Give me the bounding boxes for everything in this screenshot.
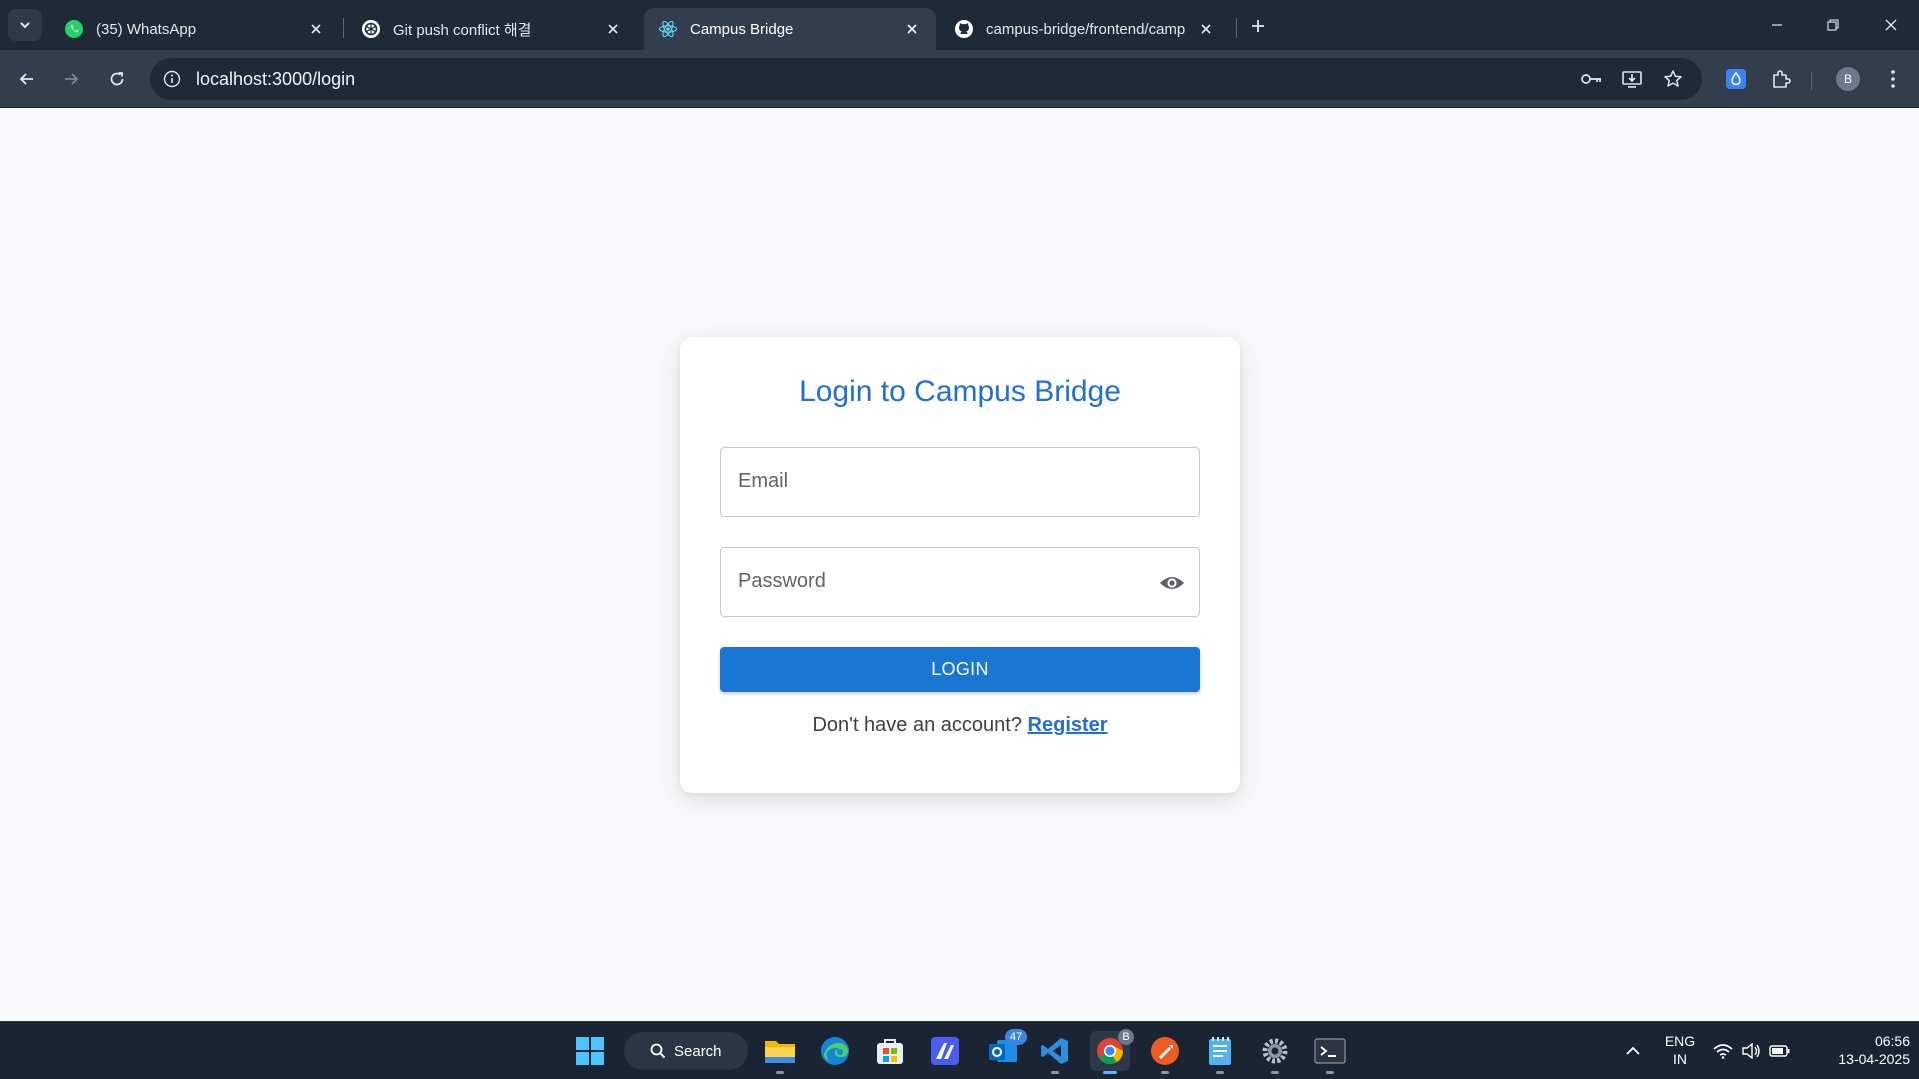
vscode-taskbar-icon[interactable] xyxy=(1035,1031,1075,1074)
taskbar-search-button[interactable]: Search xyxy=(624,1032,748,1070)
register-link[interactable]: Register xyxy=(1028,714,1108,736)
email-field[interactable]: Email xyxy=(720,447,1200,517)
password-key-icon[interactable] xyxy=(1579,67,1605,91)
email-placeholder: Email xyxy=(738,470,789,492)
chatgpt-icon xyxy=(361,19,381,39)
tab-title: campus-bridge/frontend/camp xyxy=(986,20,1186,38)
search-icon xyxy=(650,1043,666,1059)
running-indicator xyxy=(1216,1071,1224,1074)
toolbar-divider xyxy=(1811,72,1812,90)
chevron-up-icon xyxy=(1625,1045,1641,1057)
plus-icon xyxy=(1250,18,1266,34)
close-icon xyxy=(1884,18,1898,32)
edge-taskbar-icon[interactable] xyxy=(815,1031,855,1071)
new-tab-button[interactable] xyxy=(1244,13,1272,39)
postman-taskbar-icon[interactable] xyxy=(1145,1031,1185,1074)
page-viewport: Login to Campus Bridge Email Password LO… xyxy=(0,108,1919,1021)
language-primary: ENG xyxy=(1664,1033,1696,1049)
site-info-icon[interactable] xyxy=(160,67,184,91)
back-button[interactable] xyxy=(11,63,43,95)
extensions-puzzle-icon[interactable] xyxy=(1765,63,1797,95)
terminal-taskbar-icon[interactable] xyxy=(1310,1031,1350,1074)
reload-icon xyxy=(108,70,126,88)
running-indicator xyxy=(776,1071,784,1074)
wifi-icon xyxy=(1713,1043,1733,1059)
address-bar[interactable]: localhost:3000/login xyxy=(150,58,1702,100)
react-icon xyxy=(658,19,678,39)
browser-toolbar: localhost:3000/login B xyxy=(0,50,1919,108)
tab-github[interactable]: campus-bridge/frontend/camp xyxy=(940,8,1230,50)
ms-store-taskbar-icon[interactable] xyxy=(870,1031,910,1071)
clock-time: 06:56 xyxy=(1874,1033,1910,1049)
kebab-menu-icon xyxy=(1890,69,1896,89)
windows-taskbar: Search 47 B ENG IN 06:56 13-04-2025 xyxy=(0,1021,1919,1079)
tab-title: (35) WhatsApp xyxy=(96,20,197,38)
running-indicator xyxy=(1326,1071,1334,1074)
install-app-icon[interactable] xyxy=(1619,67,1645,91)
whatsapp-icon xyxy=(64,19,84,39)
profile-initial: B xyxy=(1836,67,1860,91)
extension-dropper-icon[interactable] xyxy=(1720,63,1752,95)
register-prompt-line: Don't have an account? Register xyxy=(680,714,1240,737)
close-icon[interactable] xyxy=(603,19,623,39)
outlook-taskbar-icon[interactable]: 47 xyxy=(983,1029,1027,1071)
tab-divider xyxy=(1236,18,1237,38)
forward-button[interactable] xyxy=(55,63,87,95)
bookmark-star-icon[interactable] xyxy=(1660,67,1686,91)
show-hidden-icons-button[interactable] xyxy=(1613,1031,1653,1071)
browser-tab-strip: (35) WhatsApp Git push conflict 해결 Campu… xyxy=(0,0,1919,50)
chrome-taskbar-icon[interactable]: B xyxy=(1090,1029,1134,1074)
github-icon xyxy=(954,19,974,39)
search-label: Search xyxy=(674,1042,722,1060)
start-button[interactable] xyxy=(570,1031,610,1071)
cursor-ai-taskbar-icon[interactable] xyxy=(925,1031,965,1071)
volume-icon xyxy=(1741,1043,1761,1059)
arrow-left-icon xyxy=(18,70,36,88)
minimize-icon xyxy=(1770,18,1784,32)
password-field[interactable]: Password xyxy=(720,547,1200,617)
page-title: Login to Campus Bridge xyxy=(799,375,1121,408)
windows-logo-icon xyxy=(575,1036,605,1066)
reload-button[interactable] xyxy=(101,63,133,95)
window-close-button[interactable] xyxy=(1876,10,1906,40)
running-indicator xyxy=(1271,1071,1279,1074)
active-indicator xyxy=(1103,1071,1117,1074)
eye-icon[interactable] xyxy=(1157,569,1187,597)
minimize-button[interactable] xyxy=(1762,10,1792,40)
notepad-taskbar-icon[interactable] xyxy=(1200,1031,1240,1074)
tab-campus-bridge[interactable]: Campus Bridge xyxy=(644,8,936,50)
tab-search-button[interactable] xyxy=(8,9,42,41)
battery-icon xyxy=(1769,1043,1791,1059)
language-indicator[interactable]: ENG IN xyxy=(1655,1032,1705,1068)
profile-badge: B xyxy=(1118,1029,1134,1045)
settings-taskbar-icon[interactable] xyxy=(1255,1031,1295,1074)
tab-title: Campus Bridge xyxy=(690,20,794,38)
tab-chatgpt[interactable]: Git push conflict 해결 xyxy=(347,8,637,50)
arrow-right-icon xyxy=(62,70,80,88)
chevron-down-icon xyxy=(18,18,32,32)
file-explorer-taskbar-icon[interactable] xyxy=(760,1031,800,1074)
restore-button[interactable] xyxy=(1818,10,1848,40)
tab-divider xyxy=(343,18,344,38)
clock[interactable]: 06:56 13-04-2025 xyxy=(1810,1032,1910,1068)
tab-title: Git push conflict 해결 xyxy=(393,21,532,39)
language-secondary: IN xyxy=(1673,1051,1687,1067)
running-indicator xyxy=(1051,1071,1059,1074)
login-button[interactable]: LOGIN xyxy=(720,647,1200,692)
close-icon[interactable] xyxy=(902,19,922,39)
close-icon[interactable] xyxy=(1196,19,1216,39)
notification-badge: 47 xyxy=(1005,1029,1027,1045)
url-text: localhost:3000/login xyxy=(196,69,356,89)
login-card: Login to Campus Bridge Email Password LO… xyxy=(680,337,1240,793)
profile-avatar[interactable]: B xyxy=(1832,63,1864,95)
password-placeholder: Password xyxy=(738,570,826,592)
register-prompt: Don't have an account? xyxy=(812,714,1022,736)
tab-whatsapp[interactable]: (35) WhatsApp xyxy=(50,8,340,50)
clock-date: 13-04-2025 xyxy=(1838,1051,1910,1067)
quick-settings-button[interactable] xyxy=(1708,1031,1796,1071)
restore-icon xyxy=(1826,18,1840,32)
running-indicator xyxy=(1161,1071,1169,1074)
browser-menu-button[interactable] xyxy=(1877,63,1909,95)
close-icon[interactable] xyxy=(306,19,326,39)
